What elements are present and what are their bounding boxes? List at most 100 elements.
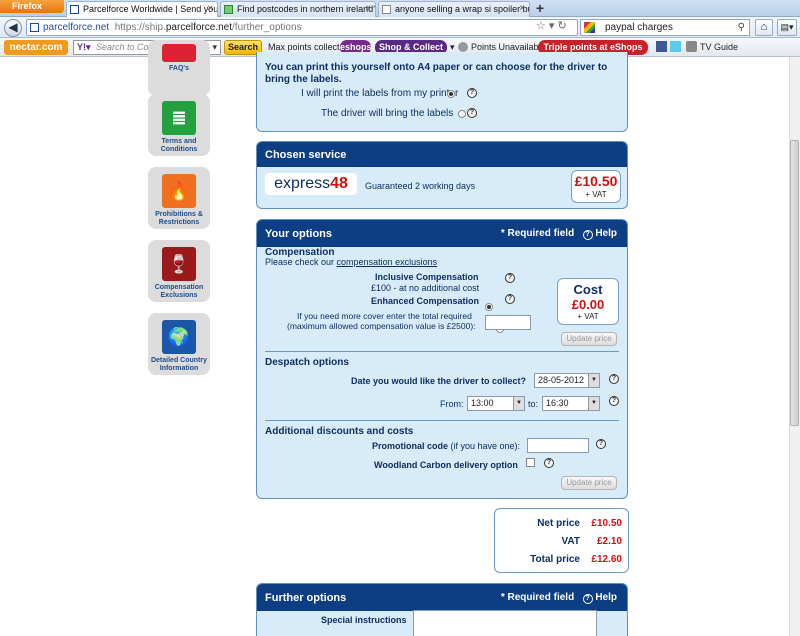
wine-glass-icon: 🍷: [162, 247, 196, 281]
sidebar-item-prohibitions[interactable]: 🔥 Prohibitions & Restrictions: [148, 167, 210, 229]
collect-date-label: Date you would like the driver to collec…: [351, 376, 527, 386]
promo-code-input[interactable]: [527, 438, 589, 453]
tv-icon[interactable]: [686, 41, 697, 52]
twitter-icon[interactable]: [670, 41, 681, 52]
help-icon[interactable]: ?: [609, 374, 619, 384]
close-tab-icon[interactable]: ×: [365, 2, 371, 16]
from-time-select[interactable]: 13:00 ▼: [467, 396, 525, 411]
radio-inclusive[interactable]: [485, 303, 493, 311]
sidebar-item-country-info[interactable]: 🌍 Detailed Country Information: [148, 313, 210, 375]
scrollbar-thumb[interactable]: [790, 140, 799, 426]
cover-text-1: If you need more cover enter the total r…: [297, 311, 472, 321]
from-label: From:: [440, 399, 464, 409]
chevron-down-icon[interactable]: ▼: [513, 397, 524, 410]
required-field-note: * Required field: [500, 592, 575, 603]
url-bar[interactable]: parcelforce.net https://ship.parcelforce…: [26, 19, 578, 36]
update-price-button[interactable]: Update price: [561, 476, 617, 490]
chevron-down-icon[interactable]: ▾: [212, 41, 217, 54]
google-icon[interactable]: [584, 22, 595, 33]
sidebar-item-compensation-exclusions[interactable]: 🍷 Compensation Exclusions: [148, 240, 210, 302]
search-input[interactable]: paypal charges ⚲: [580, 19, 750, 36]
help-icon[interactable]: ?: [505, 273, 515, 283]
sidebar-item-label: Detailed Country Information: [150, 357, 207, 372]
help-icon[interactable]: ?: [609, 396, 619, 406]
sidebar-item-terms[interactable]: ≣ Terms and Conditions: [148, 94, 210, 156]
help-icon[interactable]: ?: [467, 108, 477, 118]
despatch-heading: Despatch options: [265, 357, 349, 368]
chevron-down-icon[interactable]: ▼: [588, 397, 599, 410]
further-options-title: Further options: [265, 592, 347, 604]
required-field-note: * Required field: [500, 228, 575, 239]
sidebar-item-label: Terms and Conditions: [160, 138, 198, 153]
yahoo-icon: Y!▾: [77, 42, 91, 52]
back-arrow-icon[interactable]: ◀: [4, 19, 22, 37]
promo-label-bold: Promotional code: [372, 441, 449, 451]
tv-guide-link[interactable]: TV Guide: [700, 41, 738, 54]
service-price-box: £10.50 + VAT: [571, 170, 621, 203]
totals-box: Net price £10.50 VAT £2.10 Total price £…: [494, 508, 629, 573]
total-price-label: Total price: [530, 554, 580, 565]
service-vat-note: + VAT: [585, 190, 607, 199]
facebook-icon[interactable]: [656, 41, 667, 52]
your-options-panel: Your options * Required field ? Help Com…: [256, 219, 628, 499]
home-icon[interactable]: ⌂: [755, 19, 773, 36]
close-tab-icon[interactable]: ×: [207, 2, 213, 16]
url-identity-domain: parcelforce.net: [43, 22, 110, 33]
help-icon[interactable]: ?: [582, 594, 593, 604]
to-time-value: 16:30: [546, 398, 569, 408]
nectar-logo[interactable]: nectar.com: [4, 40, 68, 55]
option-driver-label: The driver will bring the labels: [321, 108, 454, 119]
logo-number: 48: [330, 175, 348, 192]
magnifier-icon[interactable]: ⚲: [738, 20, 745, 35]
collect-date-select[interactable]: 28-05-2012 ▼: [534, 373, 600, 388]
help-icon[interactable]: ?: [505, 294, 515, 304]
express48-logo: express48: [265, 173, 357, 195]
your-options-header: Your options * Required field ? Help: [257, 220, 627, 247]
globe-icon: 🌍: [162, 320, 196, 354]
labels-intro: You can print this yourself onto A4 pape…: [265, 62, 608, 85]
sidebar-item-faqs[interactable]: FAQ's: [148, 40, 210, 96]
bookmark-star-icon[interactable]: ☆ ▾ ↻: [536, 19, 567, 32]
cover-amount-input[interactable]: [485, 315, 531, 330]
sidebar-item-label: Prohibitions & Restrictions: [155, 211, 203, 226]
compensation-exclusions-link[interactable]: compensation exclusions: [337, 257, 438, 267]
page-menu-icon[interactable]: ▤▾: [777, 19, 797, 36]
tab-title: anyone selling a wrap si spoiler buy a..…: [395, 4, 529, 14]
radio-print-labels[interactable]: [447, 90, 455, 98]
help-link[interactable]: Help: [595, 228, 617, 239]
cost-box: Cost £0.00 + VAT: [557, 278, 619, 325]
your-options-title: Your options: [265, 228, 333, 240]
divider: [265, 351, 619, 352]
url-prefix: https://ship.: [114, 22, 166, 33]
help-link[interactable]: Help: [595, 592, 617, 603]
check-text: Please check our: [265, 257, 337, 267]
parcelforce-favicon-icon: [70, 5, 79, 14]
help-icon[interactable]: ?: [596, 439, 606, 449]
help-icon[interactable]: ?: [467, 88, 477, 98]
total-price-value: £12.60: [591, 554, 622, 565]
radio-driver-labels[interactable]: [458, 110, 467, 118]
site-identity-icon[interactable]: [30, 23, 39, 32]
enhanced-label: Enhanced Compensation: [371, 296, 480, 306]
new-tab-icon[interactable]: +: [532, 1, 548, 16]
special-instructions-textarea[interactable]: [413, 610, 597, 636]
vat-value: £2.10: [596, 536, 622, 547]
help-icon[interactable]: ?: [582, 230, 593, 240]
tab-spoiler[interactable]: anyone selling a wrap si spoiler buy a..…: [378, 1, 530, 17]
chevron-down-icon[interactable]: ▼: [588, 374, 599, 387]
help-icon[interactable]: ?: [544, 458, 554, 468]
tab-postcodes[interactable]: Find postcodes in northern ireland? -...…: [220, 1, 376, 17]
cover-text-2: (maximum allowed compensation value is £…: [287, 321, 476, 331]
close-tab-icon[interactable]: ×: [519, 2, 525, 16]
service-description: Guaranteed 2 working days: [365, 181, 476, 191]
update-price-button[interactable]: Update price: [561, 332, 617, 346]
tab-parcelforce[interactable]: Parcelforce Worldwide | Send your pa...×: [66, 1, 218, 17]
woodland-label: Woodland Carbon delivery option: [374, 460, 518, 470]
option-print-label: I will print the labels from my printer: [301, 88, 459, 99]
firefox-menu-button[interactable]: Firefox: [0, 0, 64, 13]
compensation-check: Please check our compensation exclusions: [265, 257, 437, 267]
cost-vat: + VAT: [577, 312, 599, 321]
woodland-checkbox[interactable]: [526, 458, 535, 467]
document-icon: ≣: [162, 101, 196, 135]
to-time-select[interactable]: 16:30 ▼: [542, 396, 600, 411]
